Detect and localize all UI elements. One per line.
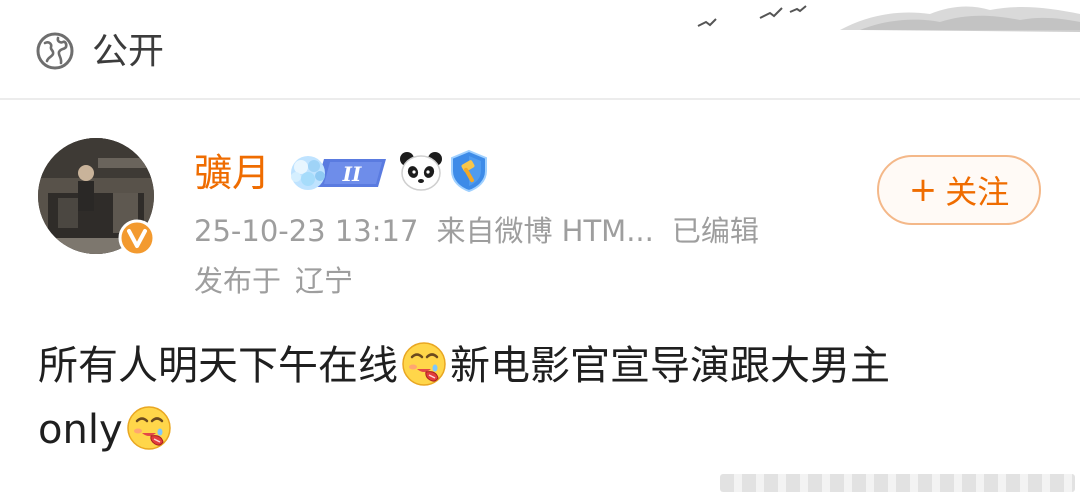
visibility-label: 公开 [92, 31, 165, 72]
divider [0, 98, 1080, 100]
drooling-face-emoji-icon [402, 342, 446, 386]
post-text-part: only [38, 407, 123, 453]
panda-icon [400, 152, 442, 191]
post-location: 发布于 辽宁 [194, 260, 353, 302]
location-value: 辽宁 [295, 264, 354, 298]
verified-badge-icon [118, 219, 156, 257]
follow-button[interactable]: + 关注 [877, 155, 1041, 225]
post-meta: 25-10-23 13:17 来自微博 HTM... 已编辑 [194, 210, 759, 252]
shield-icon [451, 149, 487, 193]
drooling-face-emoji-icon [126, 406, 171, 450]
mountain-birds-decoration [697, 5, 1080, 33]
post-source[interactable]: 来自微博 HTM... [436, 214, 653, 248]
post-text-part: 所有人明天下午在线 [38, 343, 398, 389]
author-name[interactable]: 彍月 [194, 148, 270, 198]
edited-label[interactable]: 已编辑 [672, 214, 759, 248]
visibility-bar: 公开 [0, 0, 1080, 98]
level-label: II [342, 162, 362, 186]
follow-label: 关注 [945, 173, 1010, 211]
timestamp: 25-10-23 13:17 [194, 214, 419, 248]
level-badge: II [291, 156, 386, 190]
blurred-content [720, 474, 1075, 492]
plus-icon: + [908, 170, 938, 210]
location-prefix: 发布于 [194, 264, 282, 298]
post-text-part: 新电影官宣导演跟大男主 [450, 343, 890, 389]
globe-icon [36, 32, 74, 70]
post-text: 所有人明天下午在线 新电影官宣导演跟大男主 only [38, 334, 1048, 462]
